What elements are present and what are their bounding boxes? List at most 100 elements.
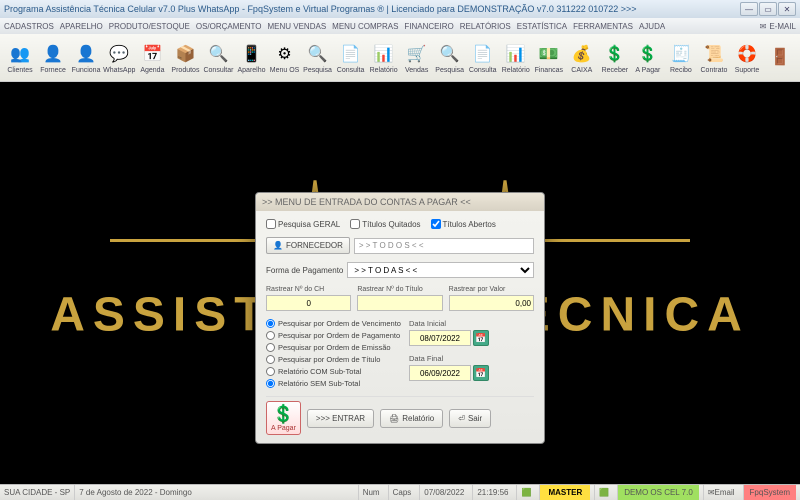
menu-produto[interactable]: PRODUTO/ESTOQUE [109, 22, 190, 31]
menu-aparelho[interactable]: APARELHO [60, 22, 103, 31]
toolbar-consulta[interactable]: 📄Consulta [335, 36, 367, 80]
status-email[interactable]: ✉ Email [703, 485, 739, 500]
radio-sem-subtotal[interactable]: Relatório SEM Sub-Total [266, 379, 401, 388]
check-pesquisa-geral[interactable]: Pesquisa GERAL [266, 219, 340, 229]
toolbar-financas[interactable]: 💵Financas [533, 36, 565, 80]
menu-financeiro[interactable]: FINANCEIRO [404, 22, 453, 31]
check-titulos-quitados[interactable]: Títulos Quitados [350, 219, 420, 229]
toolbar-consultar[interactable]: 🔍Consultar [202, 36, 234, 80]
toolbar-icon: 📜 [702, 42, 726, 66]
menu-ferramentas[interactable]: FERRAMENTAS [573, 22, 633, 31]
toolbar-consulta[interactable]: 📄Consulta [467, 36, 499, 80]
menu-relatorios[interactable]: RELATÓRIOS [460, 22, 511, 31]
toolbar-icon: 🔍 [206, 42, 230, 66]
calendar-icon[interactable]: 📅 [473, 330, 489, 346]
toolbar-label: Aparelho [237, 67, 265, 74]
dialog-title: >> MENU DE ENTRADA DO CONTAS A PAGAR << [256, 193, 544, 211]
trace-valor-label: Rastrear por Valor [449, 286, 534, 293]
trace-titulo-input[interactable] [357, 295, 442, 311]
toolbar-relatório[interactable]: 📊Relatório [368, 36, 400, 80]
menu-ajuda[interactable]: AJUDA [639, 22, 665, 31]
menubar: CADASTROS APARELHO PRODUTO/ESTOQUE OS/OR… [0, 18, 800, 34]
radio-ordem-emissao[interactable]: Pesquisar por Ordem de Emissão [266, 343, 401, 352]
toolbar-suporte[interactable]: 🛟Suporte [731, 36, 763, 80]
toolbar-funciona[interactable]: 👤Funciona [70, 36, 102, 80]
a-pagar-button[interactable]: 💲 A Pagar [266, 401, 301, 435]
radio-ordem-vencimento[interactable]: Pesquisar por Ordem de Vencimento [266, 319, 401, 328]
toolbar-produtos[interactable]: 📦Produtos [169, 36, 201, 80]
toolbar-menu os[interactable]: ⚙Menu OS [269, 36, 301, 80]
radio-ordem-pagamento[interactable]: Pesquisar por Ordem de Pagamento [266, 331, 401, 340]
forma-pagamento-label: Forma de Pagamento [266, 266, 343, 275]
toolbar-label: Funciona [72, 67, 101, 74]
menu-email[interactable]: ✉ E-MAIL [760, 22, 796, 31]
toolbar-pesquisa[interactable]: 🔍Pesquisa [434, 36, 466, 80]
menu-compras[interactable]: MENU COMPRAS [332, 22, 398, 31]
toolbar-label: Pesquisa [303, 67, 332, 74]
toolbar-receber[interactable]: 💲Receber [599, 36, 631, 80]
toolbar-icon: 📦 [173, 42, 197, 66]
content-area: ASSISTÊNCIA TÉCNICA >> MENU DE ENTRADA D… [0, 82, 800, 484]
toolbar-a pagar[interactable]: 💲A Pagar [632, 36, 664, 80]
toolbar-label: Consulta [337, 67, 365, 74]
trace-ch-input[interactable] [266, 295, 351, 311]
data-inicial-input[interactable] [409, 330, 471, 346]
toolbar-label: Produtos [171, 67, 199, 74]
toolbar-label: Relatório [370, 67, 398, 74]
toolbar-relatório[interactable]: 📊Relatório [500, 36, 532, 80]
toolbar-icon: 📄 [339, 42, 363, 66]
radio-ordem-titulo[interactable]: Pesquisar por Ordem de Título [266, 355, 401, 364]
toolbar-label: Clientes [7, 67, 32, 74]
relatorio-button[interactable]: 🖨Relatório [380, 409, 443, 428]
fornecedor-field[interactable] [354, 238, 534, 254]
toolbar-icon: 📱 [240, 42, 264, 66]
calendar-icon[interactable]: 📅 [473, 365, 489, 381]
trace-titulo-label: Rastrear Nº do Título [357, 286, 442, 293]
toolbar-vendas[interactable]: 🛒Vendas [401, 36, 433, 80]
menu-estatistica[interactable]: ESTATÍSTICA [517, 22, 567, 31]
toolbar-caixa[interactable]: 💰CAIXA [566, 36, 598, 80]
trace-valor-input[interactable] [449, 295, 534, 311]
toolbar-label: Consulta [469, 67, 497, 74]
toolbar-label: Receber [602, 67, 628, 74]
toolbar-icon: 🚪 [768, 45, 792, 69]
toolbar-label: A Pagar [635, 67, 660, 74]
data-final-label: Data Final [409, 354, 489, 363]
status-flag-icon: 🟩 [516, 485, 535, 500]
menu-cadastros[interactable]: CADASTROS [4, 22, 54, 31]
status-master: MASTER [539, 485, 590, 500]
data-final-input[interactable] [409, 365, 471, 381]
toolbar-icon: 💲 [603, 42, 627, 66]
status-caps: Caps [388, 485, 416, 500]
radio-com-subtotal[interactable]: Relatório COM Sub-Total [266, 367, 401, 376]
toolbar-fornece[interactable]: 👤Fornece [37, 36, 69, 80]
toolbar-recibo[interactable]: 🧾Recibo [665, 36, 697, 80]
status-fpqsystem[interactable]: FpqSystem [743, 485, 796, 500]
status-date-long: 7 de Agosto de 2022 - Domingo [74, 485, 196, 500]
entrar-button[interactable]: >>> ENTRAR [307, 409, 374, 428]
trace-ch-label: Rastrear Nº do CH [266, 286, 351, 293]
fornecedor-button[interactable]: 👤FORNECEDOR [266, 237, 350, 254]
toolbar-whatsapp[interactable]: 💬WhatsApp [103, 36, 135, 80]
toolbar-icon: 📅 [140, 42, 164, 66]
toolbar-label: Fornece [40, 67, 66, 74]
close-button[interactable]: ✕ [778, 2, 796, 16]
status-city: SUA CIDADE - SP [4, 488, 70, 497]
toolbar-label: Suporte [735, 67, 760, 74]
toolbar-exit[interactable]: 🚪 [764, 36, 796, 80]
sair-button[interactable]: ⏎Sair [449, 409, 491, 428]
toolbar-icon: 📄 [471, 42, 495, 66]
check-titulos-abertos[interactable]: Títulos Abertos [431, 219, 496, 229]
minimize-button[interactable]: — [740, 2, 758, 16]
maximize-button[interactable]: ▭ [759, 2, 777, 16]
toolbar-contrato[interactable]: 📜Contrato [698, 36, 730, 80]
toolbar-label: Consultar [203, 67, 233, 74]
toolbar-clientes[interactable]: 👥Clientes [4, 36, 36, 80]
menu-os[interactable]: OS/ORÇAMENTO [196, 22, 262, 31]
menu-vendas[interactable]: MENU VENDAS [267, 22, 326, 31]
toolbar-aparelho[interactable]: 📱Aparelho [235, 36, 267, 80]
toolbar-pesquisa[interactable]: 🔍Pesquisa [302, 36, 334, 80]
forma-pagamento-select[interactable]: > > T O D A S < < [347, 262, 534, 278]
toolbar: 👥Clientes👤Fornece👤Funciona💬WhatsApp📅Agen… [0, 34, 800, 82]
toolbar-agenda[interactable]: 📅Agenda [136, 36, 168, 80]
